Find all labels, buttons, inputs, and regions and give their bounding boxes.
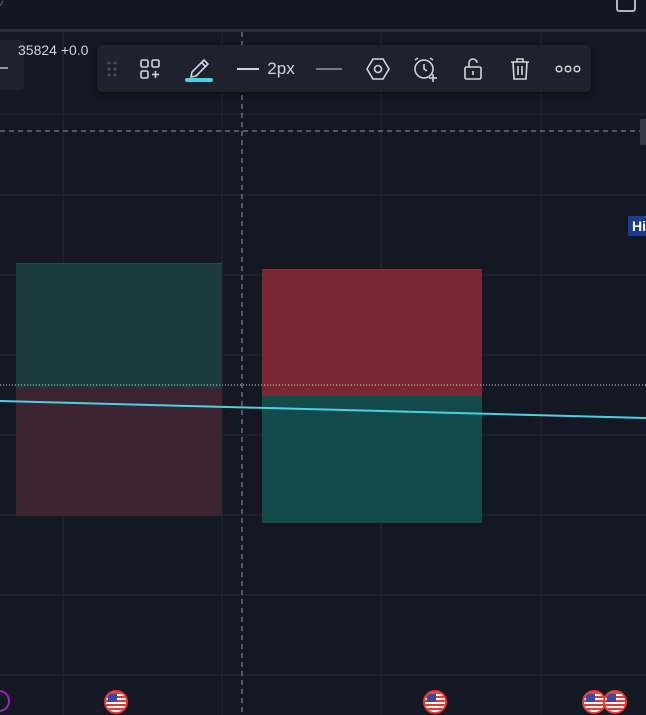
legend-price-text: 35824 +0.0 xyxy=(18,42,89,58)
templates-icon[interactable] xyxy=(135,45,165,92)
line-width-button[interactable]: 2px xyxy=(233,45,299,92)
price-axis-label: Hi xyxy=(628,216,646,236)
color-accent-underline xyxy=(185,78,213,82)
price-axis-handle[interactable] xyxy=(640,119,646,145)
thickness-icon xyxy=(237,67,260,70)
chart-area[interactable]: ⁄ Hi 35824 +0.0 2px xyxy=(0,0,646,715)
line-color-button[interactable] xyxy=(183,45,215,92)
drawing-toolbar: 2px xyxy=(97,45,591,92)
trend-line xyxy=(0,400,646,419)
add-alert-icon[interactable] xyxy=(409,45,441,92)
drag-handle-icon[interactable] xyxy=(103,45,121,92)
us-flag-icon[interactable] xyxy=(603,690,627,714)
us-flag-icon[interactable] xyxy=(423,690,447,714)
line-width-label: 2px xyxy=(267,58,295,78)
line-style-button[interactable] xyxy=(313,45,345,92)
trash-icon[interactable] xyxy=(504,45,536,92)
unlock-icon[interactable] xyxy=(457,45,489,92)
minus-icon[interactable] xyxy=(0,67,8,69)
more-icon[interactable] xyxy=(552,45,584,92)
us-flag-icon[interactable] xyxy=(104,690,128,714)
hexagon-settings-icon[interactable] xyxy=(362,45,394,92)
line-style-icon xyxy=(316,67,342,70)
chart-overlay-lines xyxy=(0,32,646,715)
